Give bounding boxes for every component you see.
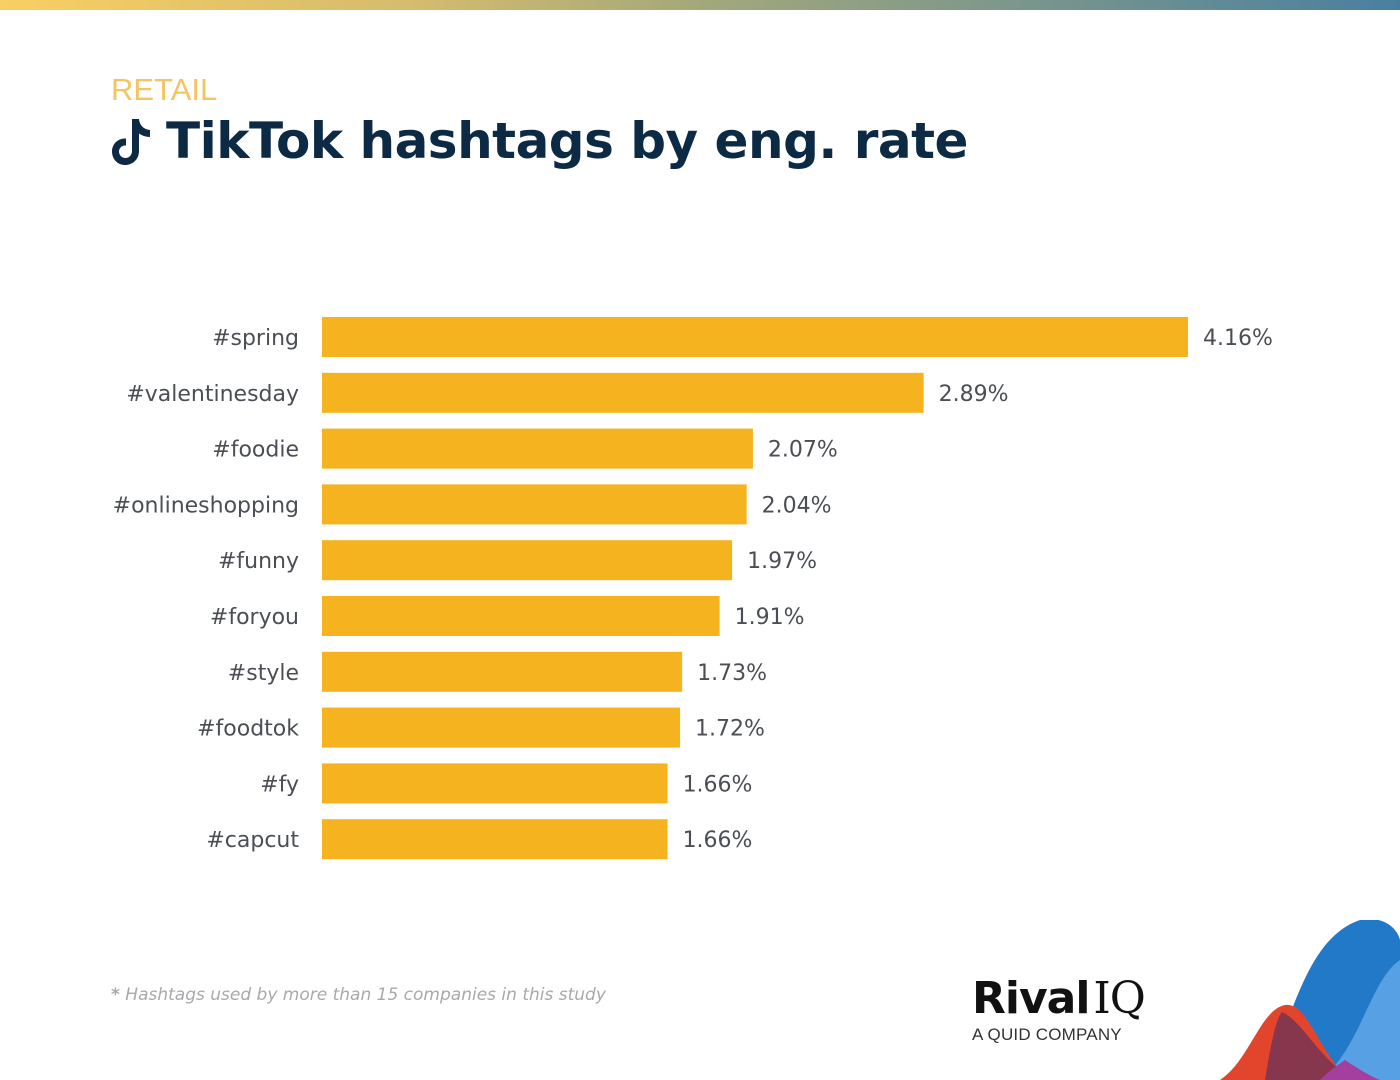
- category-label-style: #style: [228, 661, 299, 686]
- bar-fy: [322, 763, 668, 804]
- footnote-text: Hashtags used by more than 15 companies …: [119, 985, 606, 1005]
- value-label-capcut: 1.66%: [683, 828, 753, 853]
- category-label-valentinesday: #valentinesday: [126, 382, 299, 407]
- value-label-foodie: 2.07%: [768, 438, 838, 463]
- value-label-foryou: 1.91%: [735, 605, 805, 630]
- bar-foryou: [322, 596, 720, 636]
- bar-onlineshopping: [322, 484, 747, 525]
- bar-foodie: [322, 428, 753, 469]
- category-label-funny: #funny: [218, 549, 299, 574]
- value-label-onlineshopping: 2.04%: [762, 493, 832, 518]
- bar-style: [322, 651, 683, 692]
- footnote: * Hashtags used by more than 15 companie…: [111, 985, 606, 1005]
- value-label-valentinesday: 2.89%: [939, 382, 1009, 407]
- logo-iq-text: IQ: [1093, 973, 1145, 1024]
- rival-iq-logo: RivalIQ A QUID COMPANY: [972, 973, 1146, 1045]
- bar-chart: #spring 4.16% #valentinesday 2.89% #foodie 2.…: [113, 317, 1273, 860]
- category-label-spring: #spring: [212, 326, 299, 351]
- logo-rival-text: Rival: [972, 973, 1090, 1024]
- decorative-waves: [1220, 920, 1400, 1080]
- category-label-foodie: #foodie: [212, 438, 299, 463]
- value-label-funny: 1.97%: [747, 549, 817, 574]
- value-label-foodtok: 1.72%: [695, 717, 765, 742]
- category-label-fy: #fy: [260, 772, 299, 797]
- value-label-spring: 4.16%: [1203, 326, 1273, 351]
- category-label-capcut: #capcut: [206, 828, 299, 853]
- bar-foodtok: [322, 707, 681, 748]
- category-label-foodtok: #foodtok: [197, 717, 299, 742]
- bar-valentinesday: [322, 372, 924, 413]
- footnote-marker: *: [111, 985, 120, 1005]
- bar-funny: [322, 540, 733, 581]
- bar-capcut: [322, 819, 668, 860]
- logo-tagline: A QUID COMPANY: [972, 1025, 1122, 1044]
- category-label-foryou: #foryou: [210, 605, 299, 630]
- bar-spring: [322, 317, 1188, 357]
- value-label-fy: 1.66%: [683, 772, 753, 797]
- value-label-style: 1.73%: [697, 661, 767, 686]
- category-label-onlineshopping: #onlineshopping: [113, 493, 299, 518]
